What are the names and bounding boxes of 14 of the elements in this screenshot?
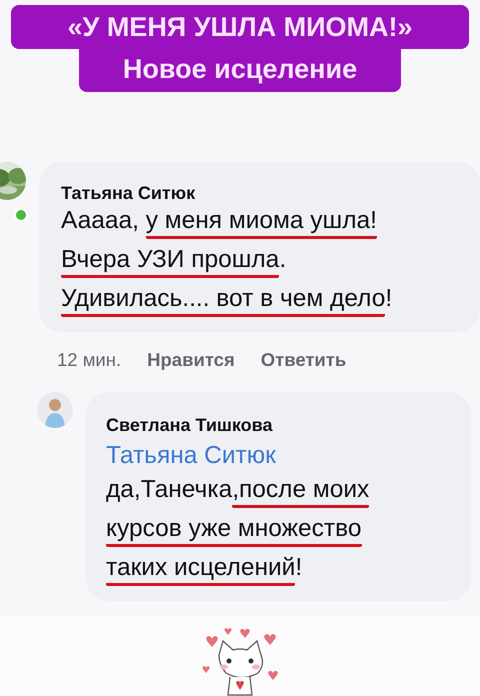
headline: Новое исцеление [79, 49, 401, 92]
comment-text: Вчера УЗИ прошла. [61, 244, 462, 284]
author-name: Татьяна Ситюк [61, 182, 196, 205]
comment-text: Ааааа, у меня миома ушла! [61, 205, 462, 244]
comment-text: курсов уже множество [106, 512, 453, 552]
timestamp: 12 мин. [57, 348, 122, 372]
like-link[interactable]: Нравится [147, 346, 235, 374]
author-name: Светлана Тишкова [106, 414, 274, 438]
comment-text: таких исцелений! [106, 552, 453, 591]
comment-text: да,Танечка,после моих [106, 474, 453, 513]
comment-text: Удивилась.... вот в чем дело! [61, 283, 462, 322]
headline: «У МЕНЯ УШЛА МИОМА!» [11, 5, 469, 49]
reply-link[interactable]: Ответить [260, 346, 346, 374]
mention-link[interactable]: Татьяна Ситюк [106, 438, 453, 474]
